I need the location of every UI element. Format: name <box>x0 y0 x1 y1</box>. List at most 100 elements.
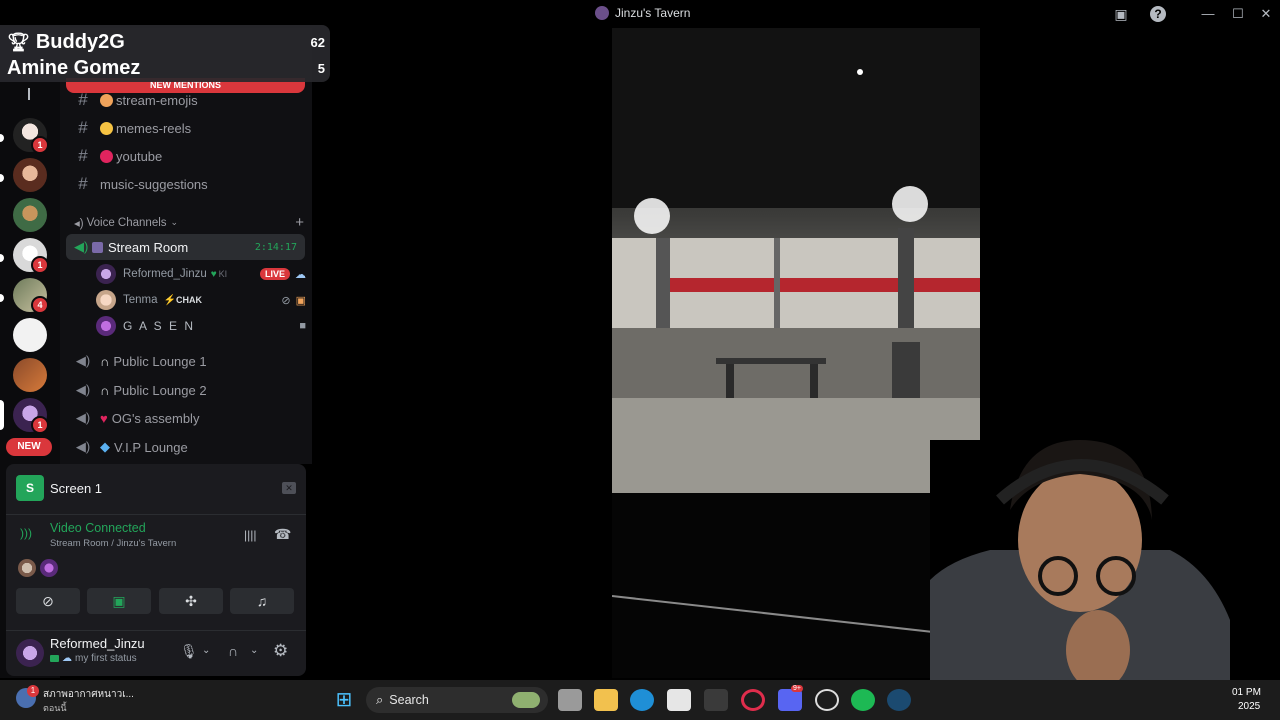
voice-member[interactable]: G A S E N ■ <box>96 314 306 338</box>
search-label: Search <box>389 693 429 707</box>
chevron-down-icon: ⌄ <box>170 217 179 227</box>
channel-list: NEW MENTIONS # stream-emojis # memes-ree… <box>60 28 312 464</box>
webcam-feed <box>930 440 1230 680</box>
discord-icon[interactable] <box>778 689 802 711</box>
voice-header-label: Voice Channels <box>86 216 167 229</box>
divider <box>6 514 306 515</box>
window-title-text: Jinzu's Tavern <box>615 6 691 20</box>
server-icon-2[interactable] <box>13 158 47 192</box>
server-icon-3[interactable] <box>13 198 47 232</box>
member-tag: KI <box>218 269 228 279</box>
emoji-icon <box>92 241 103 253</box>
help-icon[interactable]: ? <box>1150 6 1166 22</box>
clock-time[interactable]: 01 PM <box>1232 687 1261 698</box>
maximize-button[interactable]: ☐ <box>1226 4 1250 24</box>
steam-icon[interactable] <box>887 689 911 711</box>
channel-memes-reels[interactable]: # memes-reels <box>66 115 305 141</box>
avatar[interactable] <box>16 639 44 667</box>
channel-music-suggestions[interactable]: # music-suggestions <box>66 171 305 197</box>
weather-text[interactable]: สภาพอากาศหนาวเ... <box>43 687 134 702</box>
channel-label: music-suggestions <box>100 176 208 192</box>
store-icon[interactable] <box>667 689 691 711</box>
voice-channel-og-assembly[interactable]: ◀) ♥ OG's assembly <box>66 405 305 431</box>
screen-label: Screen 1 <box>50 480 103 496</box>
player-name: Buddy2G <box>35 31 125 53</box>
disconnect-icon[interactable]: ☎ <box>274 526 291 543</box>
inbox-icon[interactable]: ▣ <box>1112 5 1130 23</box>
voice-channels-header[interactable]: ◂) Voice Channels ⌄ + <box>74 214 304 231</box>
stream-video[interactable] <box>612 28 980 493</box>
activities-button[interactable]: ✣ <box>159 588 223 614</box>
clock-date[interactable]: 2025 <box>1238 701 1260 712</box>
voice-location[interactable]: Stream Room / Jinzu's Tavern <box>50 538 176 549</box>
bolt-icon: ⚡ <box>163 294 176 306</box>
heart-icon: ♥ <box>210 268 217 280</box>
search-highlight-icon <box>512 692 540 708</box>
channel-label: V.I.P Lounge <box>114 439 188 455</box>
opera-icon[interactable] <box>741 689 765 711</box>
microphone-icon[interactable]: 🎙︎ <box>180 643 198 660</box>
diamond-icon: ◆ <box>100 439 110 454</box>
username[interactable]: Reformed_Jinzu <box>50 636 145 651</box>
voice-member[interactable]: Tenma ⚡ CHAK ⊘ ▣ <box>96 288 306 312</box>
server-badge: 1 <box>31 256 49 274</box>
search-icon: ⌕ <box>376 692 384 707</box>
file-explorer-icon[interactable] <box>594 689 618 711</box>
new-badge[interactable]: NEW <box>6 438 52 456</box>
avatar[interactable] <box>40 559 58 577</box>
scoreboard-overlay: 🏆︎ Buddy2G 62 Amine Gomez 5 <box>0 25 330 82</box>
minimize-button[interactable]: — <box>1196 4 1220 24</box>
camera-off-button[interactable]: ⊘ <box>16 588 80 614</box>
obs-icon[interactable] <box>815 689 839 711</box>
app-icon[interactable] <box>704 689 728 711</box>
member-tag: CHAK <box>175 295 202 305</box>
speaker-icon: ◀) <box>74 239 89 254</box>
close-button[interactable]: ✕ <box>1254 4 1278 24</box>
voice-member[interactable]: Reformed_Jinzu ♥ KI LIVE ☁ <box>96 262 306 286</box>
channel-label: stream-emojis <box>116 92 198 108</box>
player-score: 62 <box>310 35 325 50</box>
spotify-icon[interactable] <box>851 689 875 711</box>
task-view-icon[interactable] <box>558 689 582 711</box>
voice-channel-public-lounge-2[interactable]: ◀) ∩ Public Lounge 2 <box>66 377 305 403</box>
camera-icon: ■ <box>299 320 306 332</box>
headphones-icon[interactable]: ∩ <box>228 643 238 659</box>
speaker-icon: ◀) <box>75 382 91 397</box>
share-screen-button[interactable]: ▣ <box>87 588 151 614</box>
stream-video-lower <box>611 493 980 678</box>
add-channel-icon[interactable]: + <box>295 214 304 231</box>
avatar <box>96 290 116 310</box>
windows-start-icon[interactable]: ⊞ <box>332 689 356 711</box>
camera-off-icon: ⊘ <box>42 593 54 609</box>
unread-pill <box>0 294 4 302</box>
screen-share-row[interactable]: S Screen 1 ✕ <box>16 474 296 502</box>
soundboard-button[interactable]: ♫ <box>230 588 294 614</box>
avatar[interactable] <box>18 559 36 577</box>
speaker-icon: ◂) <box>74 217 84 230</box>
search-box[interactable]: ⌕ Search <box>366 687 548 713</box>
edge-icon[interactable] <box>630 689 654 711</box>
unread-pill <box>0 174 4 182</box>
stop-share-icon[interactable]: ✕ <box>282 482 296 494</box>
voice-channel-public-lounge-1[interactable]: ◀) ∩ Public Lounge 1 <box>66 348 305 374</box>
channel-stream-emojis[interactable]: # stream-emojis <box>66 87 305 113</box>
chevron-down-icon[interactable]: ⌄ <box>202 645 210 656</box>
settings-gear-icon[interactable]: ⚙ <box>273 641 288 661</box>
headphones-icon: ∩ <box>100 353 110 369</box>
voice-channel-stream-room[interactable]: ◀) Stream Room 2:14:17 <box>66 234 305 260</box>
server-icon-6[interactable] <box>13 318 47 352</box>
video-connected-status[interactable]: Video Connected <box>50 521 146 535</box>
soundboard-icon[interactable]: |||| <box>244 528 256 542</box>
video-frame <box>612 28 980 493</box>
server-icon-7[interactable] <box>13 358 47 392</box>
member-name: Tenma <box>123 294 158 306</box>
voice-channel-vip-lounge[interactable]: ◀) ◆ V.I.P Lounge <box>66 434 305 460</box>
muted-icon: ⊘ <box>281 294 291 307</box>
chevron-down-icon[interactable]: ⌄ <box>250 645 258 656</box>
speaker-icon: ◀) <box>75 410 91 425</box>
user-status-row[interactable]: ☁ my first status <box>50 653 137 664</box>
weather-subtext[interactable]: ตอนนี้ <box>43 701 67 715</box>
channel-youtube[interactable]: # youtube <box>66 143 305 169</box>
score-row-2: Amine Gomez 5 <box>7 57 325 80</box>
emoji-icon <box>100 149 113 163</box>
